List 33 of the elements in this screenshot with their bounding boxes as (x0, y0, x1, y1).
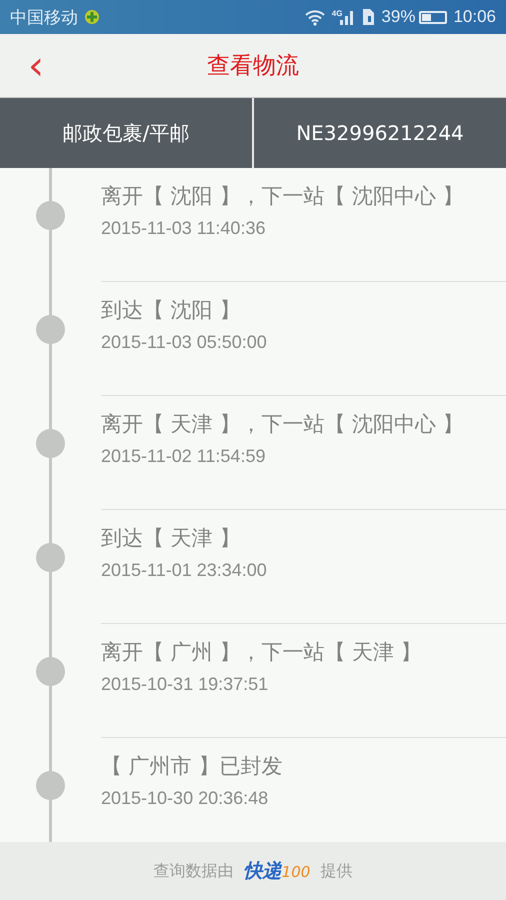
app-badge-icon (84, 9, 100, 25)
event-time: 2015-11-03 11:40:36 (101, 217, 266, 240)
clock: 10:06 (453, 7, 496, 27)
event-time: 2015-11-03 05:50:00 (101, 331, 268, 354)
battery-percent: 39% (381, 7, 416, 27)
event-text: 【 广州市 】已封发 (101, 753, 284, 780)
tracking-number: NE32996212244 (252, 98, 506, 168)
footer-text: 提供 (320, 860, 352, 882)
carrier-type: 邮政包裹/平邮 (62, 120, 190, 146)
event-text: 离开【 广州 】，下一站【 天津 】 (101, 639, 423, 666)
event-text: 离开【 沈阳 】，下一站【 沈阳中心 】 (101, 183, 465, 210)
carrier-name: 中国移动 (10, 6, 78, 28)
event-text: 到达【 沈阳 】 (101, 297, 242, 324)
timeline-dot (36, 429, 65, 458)
back-button[interactable]: ‹ (22, 46, 50, 86)
page-title: 查看物流 (207, 52, 299, 81)
timeline-dot (36, 543, 65, 572)
timeline-dot (36, 315, 65, 344)
timeline-dot (36, 657, 65, 686)
event-time: 2015-10-30 20:36:48 (101, 787, 270, 810)
event-text: 到达【 天津 】 (101, 525, 242, 552)
timeline-dot (36, 201, 65, 230)
timeline-dot (36, 771, 65, 800)
wifi-icon (304, 8, 326, 26)
event-time: 2015-11-02 11:54:59 (101, 445, 266, 468)
event-text: 离开【 天津 】，下一站【 沈阳中心 】 (101, 411, 465, 438)
provider-logo: 快递100 (244, 859, 310, 884)
network-label: 4G (332, 9, 342, 18)
event-time: 2015-11-01 23:34:00 (101, 559, 268, 582)
footer-text: 查询数据由 (154, 860, 234, 882)
sim-card-icon (361, 8, 376, 26)
event-time: 2015-10-31 19:37:51 (101, 673, 270, 696)
battery-icon (419, 10, 448, 24)
